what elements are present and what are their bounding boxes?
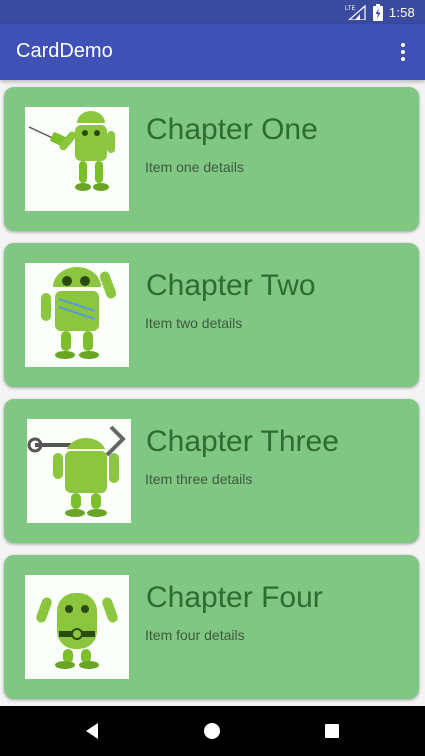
app-bar: CardDemo [0, 24, 425, 80]
back-icon[interactable] [62, 706, 122, 756]
card-title: Chapter Four [146, 581, 323, 614]
card-image [25, 575, 129, 679]
card-chapter-four[interactable]: Chapter Four Item four details [4, 555, 419, 699]
more-vert-icon[interactable] [391, 38, 415, 66]
card-chapter-one[interactable]: Chapter One Item one details [4, 87, 419, 231]
android-robot-waving-icon [41, 267, 117, 359]
recents-icon[interactable] [302, 706, 362, 756]
card-image [27, 419, 131, 523]
card-title: Chapter Three [146, 425, 339, 458]
card-title: Chapter Two [146, 269, 316, 302]
card-list[interactable]: Chapter One Item one details Chapter Two… [0, 80, 425, 706]
card-chapter-three[interactable]: Chapter Three Item three details [4, 399, 419, 543]
card-detail: Item three details [145, 471, 253, 487]
status-icons: LTE 1:58 [345, 3, 415, 21]
card-detail: Item four details [145, 627, 245, 643]
app-title: CardDemo [16, 40, 113, 62]
home-icon[interactable] [182, 706, 242, 756]
android-robot-flexing-icon [36, 593, 118, 669]
card-title: Chapter One [146, 113, 318, 146]
card-chapter-two[interactable]: Chapter Two Item two details [4, 243, 419, 387]
navigation-bar [0, 706, 425, 756]
svg-text:LTE: LTE [345, 6, 356, 12]
android-robot-drill-icon [28, 111, 115, 191]
card-image [25, 263, 129, 367]
android-robot-wrench-icon [27, 425, 126, 517]
status-bar: LTE 1:58 [0, 0, 425, 24]
battery-charging-icon [372, 3, 383, 21]
lte-signal-icon: LTE [345, 4, 366, 20]
card-detail: Item two details [145, 315, 243, 331]
card-image [25, 107, 129, 211]
card-detail: Item one details [145, 159, 244, 175]
status-time: 1:58 [388, 4, 415, 20]
